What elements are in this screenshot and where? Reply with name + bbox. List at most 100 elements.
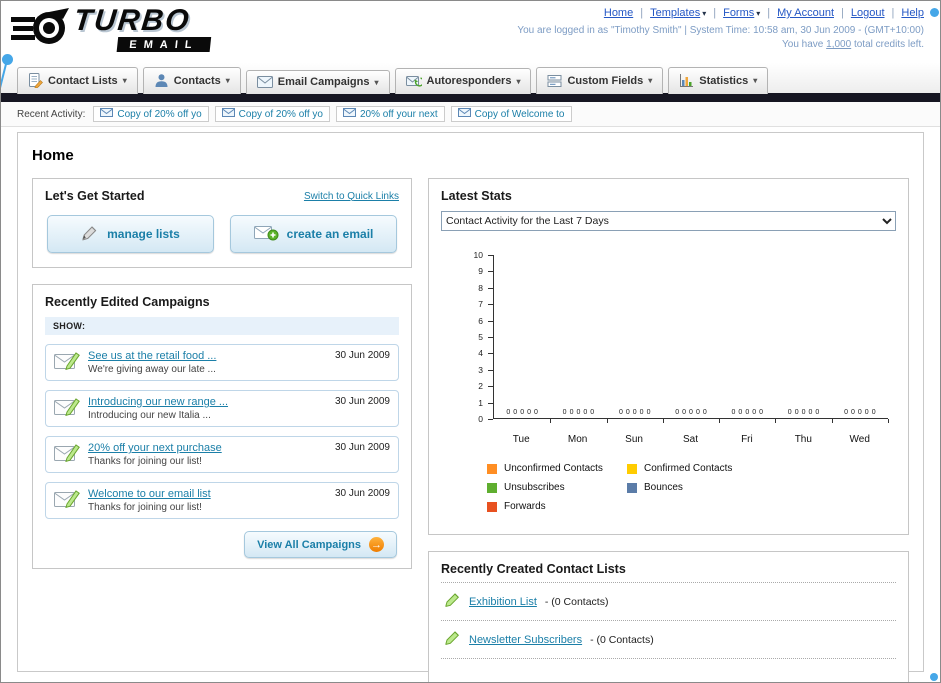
- campaign-title-link[interactable]: Introducing our new range ...: [88, 396, 327, 408]
- stats-period-select[interactable]: Contact Activity for the Last 7 Days: [441, 211, 896, 231]
- campaign-title-link[interactable]: 20% off your next purchase: [88, 442, 327, 454]
- latest-stats-panel: Latest Stats Contact Activity for the La…: [428, 178, 909, 535]
- chart-y-axis: 10 9 8 7 6 5 4 3 2 1 0: [453, 250, 493, 424]
- campaign-row[interactable]: Introducing our new range ... Introducin…: [45, 390, 399, 427]
- contact-list-item[interactable]: Newsletter Subscribers - (0 Contacts): [441, 621, 896, 659]
- campaign-row[interactable]: Welcome to our email list Thanks for joi…: [45, 482, 399, 519]
- chevron-down-icon: ▾: [753, 76, 758, 85]
- nav-tab[interactable]: Statistics ▾: [668, 67, 769, 94]
- edit-pencil-icon: [443, 592, 461, 611]
- y-axis-tick-label: 0: [478, 414, 483, 424]
- campaign-subtitle: We're giving away our late ...: [88, 364, 216, 375]
- y-axis-tick-label: 10: [473, 250, 483, 260]
- top-nav-link[interactable]: Home: [604, 7, 633, 19]
- value-label: 0: [576, 409, 581, 416]
- legend-item: Unconfirmed Contacts: [487, 463, 627, 474]
- recent-activity-item[interactable]: Copy of 20% off yo: [93, 106, 209, 122]
- campaign-title-link[interactable]: Welcome to our email list: [88, 488, 327, 500]
- top-nav-link[interactable]: Forms▾: [706, 7, 760, 19]
- legend-label: Forwards: [504, 501, 546, 512]
- email-icon: [457, 108, 471, 120]
- get-started-title: Let's Get Started: [45, 189, 145, 203]
- value-label: 0: [689, 409, 693, 416]
- autoresponders-icon: [405, 74, 422, 88]
- x-axis-label: Thu: [794, 434, 812, 445]
- top-nav-link[interactable]: Help: [885, 7, 924, 19]
- nav-tab[interactable]: Contact Lists ▾: [17, 67, 138, 94]
- header: TURBO EMAIL HomeTemplates▾Forms▾My Accou…: [1, 1, 940, 63]
- switch-to-quick-links-link[interactable]: Switch to Quick Links: [304, 191, 399, 202]
- legend-item: Confirmed Contacts: [627, 463, 767, 474]
- turbo-email-dashboard: TURBO EMAIL HomeTemplates▾Forms▾My Accou…: [0, 0, 941, 683]
- value-label: 0: [639, 409, 644, 416]
- turbo-email-logo: TURBO EMAIL: [11, 4, 212, 54]
- value-label: 0: [759, 409, 764, 416]
- page-title: Home: [32, 147, 74, 164]
- chevron-down-icon: ▾: [648, 76, 653, 85]
- logo-title: TURBO: [72, 4, 193, 38]
- chart-day-column: 00000: [550, 255, 608, 423]
- chart-day-column: 00000: [775, 255, 833, 423]
- value-label: 0: [562, 409, 567, 416]
- campaign-row[interactable]: See us at the retail food ... We're givi…: [45, 344, 399, 381]
- value-label: 0: [625, 409, 630, 416]
- recent-activity-item[interactable]: 20% off your next: [335, 106, 445, 122]
- nav-tab[interactable]: Custom Fields ▾: [536, 67, 664, 94]
- y-axis-tick-label: 4: [478, 348, 483, 359]
- value-label: 0: [583, 409, 588, 416]
- value-label: 0: [520, 409, 525, 416]
- campaign-date: 30 Jun 2009: [334, 396, 390, 407]
- nav-tab[interactable]: Contacts ▾: [142, 67, 241, 94]
- campaign-title-link[interactable]: See us at the retail food ...: [88, 350, 327, 362]
- nav-tab[interactable]: Autoresponders ▾: [394, 68, 532, 94]
- value-label: 0: [506, 409, 511, 416]
- value-label: 0: [695, 409, 700, 416]
- campaign-list: See us at the retail food ... We're givi…: [45, 344, 399, 519]
- recent-activity-link[interactable]: Copy of 20% off yo: [239, 109, 323, 120]
- edit-email-icon: [54, 350, 80, 373]
- legend-item: Forwards: [487, 501, 627, 512]
- custom-fields-icon: [547, 73, 562, 88]
- contact-list-link[interactable]: Exhibition List: [469, 596, 537, 608]
- edit-email-icon: [54, 488, 80, 511]
- value-label: 0: [569, 409, 574, 416]
- value-label: 0: [752, 409, 757, 416]
- recent-activity-link[interactable]: Copy of Welcome to: [475, 109, 565, 120]
- chart-day-column: 00000: [607, 255, 665, 423]
- x-axis-label: Wed: [849, 434, 870, 445]
- callout-dot: [930, 673, 938, 681]
- top-nav-link[interactable]: My Account: [760, 7, 834, 19]
- recent-activity-bar: Recent Activity: Copy of 20% off yo Copy…: [1, 102, 940, 127]
- recent-activity-link[interactable]: Copy of 20% off yo: [117, 109, 201, 120]
- contact-activity-chart: 10 9 8 7 6 5 4 3 2 1 0 000000000000000000000000000…: [474, 249, 890, 449]
- value-label: 0: [675, 409, 680, 416]
- chart-day-column: 00000: [663, 255, 721, 423]
- chart-day-column: 00000: [719, 255, 777, 423]
- campaign-subtitle: Thanks for joining our list!: [88, 456, 202, 467]
- credits-value[interactable]: 1,000: [826, 39, 851, 50]
- recent-activity-link[interactable]: 20% off your next: [360, 109, 438, 120]
- recent-activity-item[interactable]: Copy of Welcome to: [450, 106, 572, 122]
- campaign-date: 30 Jun 2009: [334, 488, 390, 499]
- campaigns-panel-title: Recently Edited Campaigns: [45, 295, 210, 309]
- top-nav-link[interactable]: Logout: [834, 7, 885, 19]
- nav-tab[interactable]: Email Campaigns ▾: [245, 70, 390, 94]
- contact-list-link[interactable]: Newsletter Subscribers: [469, 634, 582, 646]
- email-icon: [100, 108, 114, 120]
- recent-activity-item[interactable]: Copy of 20% off yo: [214, 106, 330, 122]
- value-label: 0: [844, 409, 848, 416]
- campaign-row[interactable]: 20% off your next purchase Thanks for jo…: [45, 436, 399, 473]
- y-axis-tick-label: 1: [478, 397, 483, 408]
- value-label: 0: [527, 409, 531, 416]
- manage-lists-button[interactable]: manage lists: [47, 215, 214, 253]
- login-info: You are logged in as "Timothy Smith" | S…: [517, 25, 924, 36]
- top-nav-link[interactable]: Templates▾: [633, 7, 706, 19]
- create-email-button[interactable]: create an email: [230, 215, 397, 253]
- view-all-campaigns-button[interactable]: View All Campaigns →: [244, 531, 397, 558]
- callout-dot: [930, 8, 939, 17]
- nav-divider-bar: [1, 93, 940, 102]
- legend-swatch: [487, 482, 497, 493]
- chevron-down-icon: ▾: [122, 76, 127, 85]
- contact-list-item[interactable]: Exhibition List - (0 Contacts): [441, 583, 896, 621]
- x-axis-label: Tue: [512, 434, 530, 445]
